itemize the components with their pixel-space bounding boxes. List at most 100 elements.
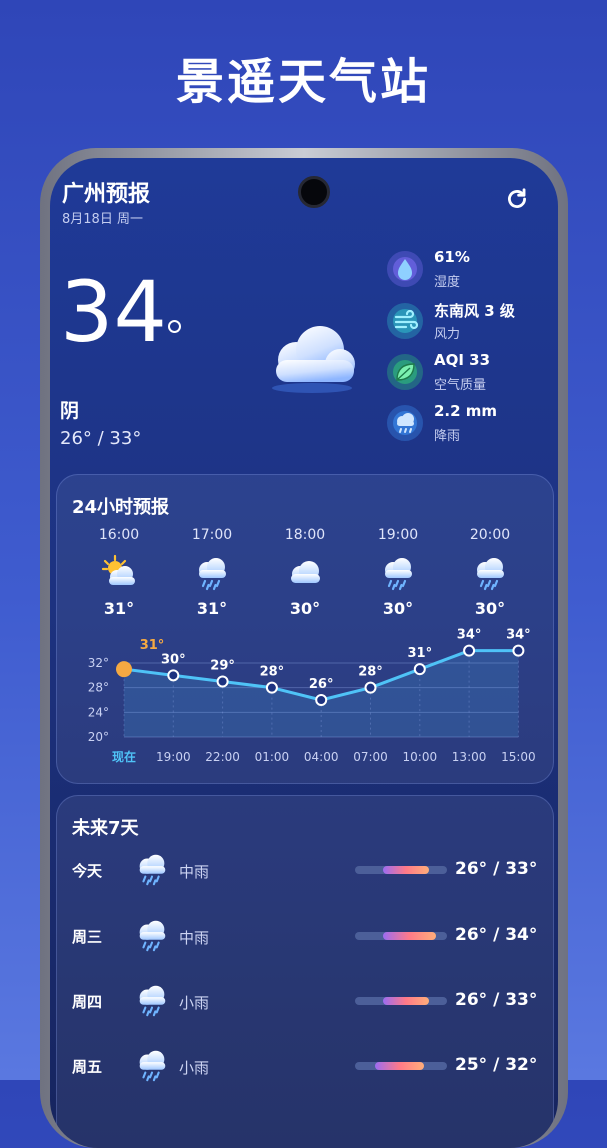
rain-cloud-icon: [387, 405, 423, 441]
hourly-temperature-chart: 32° 28° 24° 20° 31° 现在 30° 19:00 29° 22:00 28° 01:0…: [88, 628, 536, 764]
data-point: [364, 681, 377, 694]
humidity-drop-icon: [387, 251, 423, 287]
data-point: [463, 644, 476, 657]
data-point: [265, 681, 278, 694]
x-tick-label: 13:00: [452, 750, 487, 764]
daily-day: 周五: [72, 1058, 103, 1076]
temp-range-bar: [355, 866, 447, 874]
hourly-temp: 31°: [103, 599, 135, 618]
stat-value: 东南风 3 级: [434, 302, 515, 320]
app-banner-title: 景遥天气站: [175, 54, 431, 110]
phone-frame: 广州预报 8月18日 周一 34 阴 26° / 33° 61% 湿度 东南风 3 …: [40, 148, 568, 1148]
y-tick-label: 20°: [88, 730, 109, 744]
daily-row[interactable]: 周五 小雨 25° / 32°: [57, 1046, 553, 1090]
rain-icon: [470, 553, 510, 593]
daily-condition: 小雨: [179, 994, 210, 1012]
date-label: 8月18日 周一: [62, 212, 143, 227]
data-point: [216, 675, 229, 688]
data-point: [315, 694, 328, 706]
data-label: 28°: [260, 665, 285, 680]
stat-value: 2.2 mm: [434, 402, 498, 420]
y-tick-label: 24°: [88, 705, 109, 719]
stat-wind: 东南风 3 级风力: [386, 300, 556, 344]
current-condition: 阴: [60, 400, 80, 422]
daily-temp-range: 26° / 33°: [455, 990, 538, 1010]
stat-value: 61%: [434, 248, 470, 266]
hourly-time: 20:00: [469, 527, 511, 543]
daily-condition: 中雨: [179, 863, 210, 881]
temp-range-bar: [355, 1062, 447, 1070]
data-point: [116, 661, 132, 678]
stat-label: 风力: [434, 327, 461, 342]
x-tick-label: 19:00: [156, 750, 191, 764]
x-tick-label: 01:00: [255, 750, 290, 764]
hourly-time: 17:00: [191, 527, 233, 543]
stat-label: 降雨: [434, 429, 461, 444]
data-label: 34°: [506, 628, 531, 643]
cloud-icon: [285, 553, 325, 593]
data-point: [167, 669, 180, 682]
temp-range-fill: [382, 997, 429, 1005]
hourly-forecast-card: 24小时预报 16:00 31° 17:00 31° 18:00 30° 19:00 30° 2…: [56, 474, 554, 784]
front-camera: [298, 176, 330, 208]
temp-range-fill: [382, 866, 429, 874]
cloud-icon: [272, 326, 355, 393]
hourly-item: 19:00 30°: [358, 527, 438, 618]
stat-rain-cloud: 2.2 mm 降雨: [386, 402, 556, 446]
stat-humidity-drop: 61% 湿度: [386, 248, 556, 292]
data-label: 30°: [161, 652, 186, 667]
data-label: 29°: [210, 659, 235, 674]
daily-day: 今天: [72, 862, 103, 880]
daily-row[interactable]: 周四 小雨 26° / 33°: [57, 981, 553, 1025]
x-tick-label: 22:00: [205, 750, 240, 764]
refresh-icon[interactable]: [504, 186, 530, 212]
daily-day: 周三: [72, 928, 103, 946]
hourly-temp: 31°: [196, 599, 228, 618]
rain-icon: [133, 1046, 171, 1084]
daily-row[interactable]: 今天 中雨 26° / 33°: [57, 850, 553, 894]
hourly-item: 20:00 30°: [450, 527, 530, 618]
hourly-temp: 30°: [474, 599, 506, 618]
data-label: 26°: [309, 677, 334, 692]
stat-leaf: AQI 33 空气质量: [386, 351, 556, 395]
rain-icon: [378, 553, 418, 593]
city-title[interactable]: 广州预报: [62, 176, 150, 208]
x-tick-label: 10:00: [403, 750, 438, 764]
x-tick-label: 07:00: [353, 750, 388, 764]
stat-value: AQI 33: [434, 351, 491, 369]
wind-icon: [387, 303, 423, 339]
stat-label: 湿度: [434, 275, 461, 290]
rain-icon: [133, 916, 171, 954]
hourly-item: 18:00 30°: [265, 527, 345, 618]
current-temp-range: 26° / 33°: [60, 428, 142, 449]
daily-condition: 小雨: [179, 1059, 210, 1077]
data-label: 31°: [408, 646, 433, 661]
rain-icon: [192, 553, 232, 593]
rain-icon: [133, 850, 171, 888]
data-point: [413, 663, 426, 676]
hourly-time: 19:00: [377, 527, 419, 543]
hourly-time: 16:00: [98, 527, 140, 543]
hourly-title: 24小时预报: [72, 497, 170, 518]
daily-row[interactable]: 周三 中雨 26° / 34°: [57, 916, 553, 960]
hourly-time: 18:00: [284, 527, 326, 543]
daily-temp-range: 25° / 32°: [455, 1055, 538, 1075]
data-label: 31°: [140, 638, 165, 653]
daily-title: 未来7天: [72, 818, 139, 839]
rain-icon: [133, 981, 171, 1019]
daily-condition: 中雨: [179, 929, 210, 947]
y-tick-label: 28°: [88, 681, 109, 695]
temp-range-bar: [355, 997, 447, 1005]
leaf-icon: [387, 354, 423, 390]
temp-range-fill: [382, 932, 436, 940]
x-tick-label: 04:00: [304, 750, 339, 764]
daily-temp-range: 26° / 33°: [455, 859, 538, 879]
x-tick-label: 现在: [112, 749, 136, 764]
data-label: 34°: [457, 628, 482, 643]
hourly-temp: 30°: [382, 599, 414, 618]
temp-range-fill: [375, 1062, 424, 1070]
temp-range-bar: [355, 932, 447, 940]
degree-symbol: [168, 320, 181, 333]
data-point: [512, 644, 525, 657]
data-label: 28°: [358, 665, 383, 680]
